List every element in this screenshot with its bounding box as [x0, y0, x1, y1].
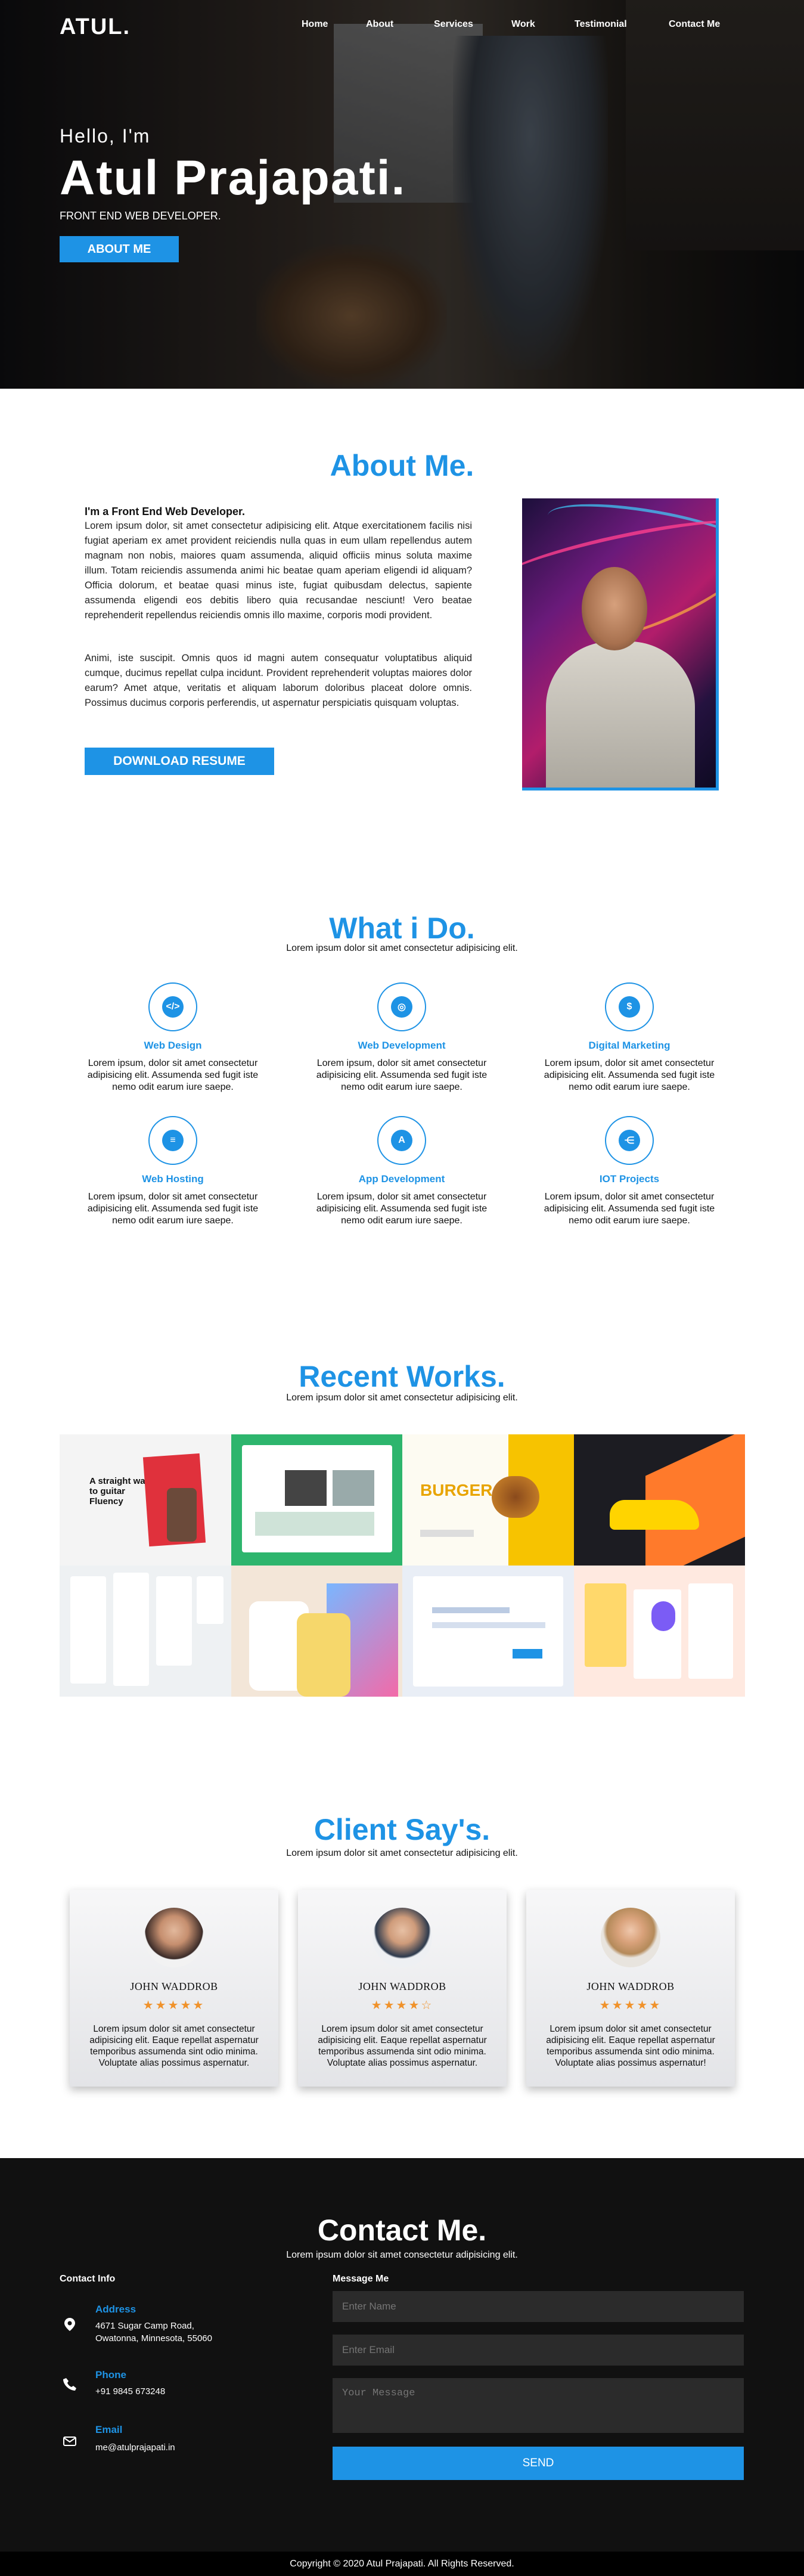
work-item[interactable]: [231, 1566, 402, 1697]
globe-icon: ◎: [377, 982, 426, 1031]
server-icon: ≡: [148, 1116, 197, 1165]
service-desc: Lorem ipsum, dolor sit amet consectetur …: [87, 1192, 259, 1226]
email-title: Email: [95, 2424, 123, 2435]
work-item[interactable]: BURGER: [402, 1434, 574, 1566]
service-title: Web Design: [144, 1040, 202, 1051]
phone-icon: [61, 2375, 79, 2393]
testimonial-card: JOHN WADDROB ★★★★★ Lorem ipsum dolor sit…: [526, 1890, 735, 2087]
service-title: Web Development: [358, 1040, 446, 1051]
page: ATUL. Home About Services Work Testimoni…: [0, 0, 804, 2576]
service-desc: Lorem ipsum, dolor sit amet consectetur …: [316, 1058, 488, 1092]
profile-photo: [522, 498, 719, 791]
testimonial-card: JOHN WADDROB ★★★★☆ Lorem ipsum dolor sit…: [298, 1890, 507, 2087]
service-title: Digital Marketing: [588, 1040, 670, 1051]
service-desc: Lorem ipsum, dolor sit amet consectetur …: [87, 1058, 259, 1092]
send-button[interactable]: SEND: [333, 2447, 744, 2480]
testimonial-text: Lorem ipsum dolor sit amet consectetur a…: [318, 2024, 487, 2068]
services-title: What i Do.: [329, 912, 475, 945]
service-desc: Lorem ipsum, dolor sit amet consectetur …: [316, 1192, 488, 1226]
testimonials-title: Client Say's.: [313, 1813, 491, 1846]
avatar: [144, 1908, 204, 1967]
works-subtitle: Lorem ipsum dolor sit amet consectetur a…: [286, 1393, 518, 1403]
works-title: Recent Works.: [299, 1360, 505, 1393]
avatar: [601, 1908, 660, 1967]
address-line-2: Owatonna, Minnesota, 55060: [95, 2333, 212, 2343]
envelope-icon: [61, 2432, 79, 2450]
service-iot-projects: ⋲ IOT Projects Lorem ipsum, dolor sit am…: [534, 1116, 725, 1227]
service-title: App Development: [358, 1173, 445, 1185]
service-web-hosting: ≡ Web Hosting Lorem ipsum, dolor sit ame…: [77, 1116, 268, 1227]
map-marker-icon: [61, 2315, 79, 2333]
service-desc: Lorem ipsum, dolor sit amet consectetur …: [544, 1058, 715, 1092]
about-title: About Me.: [330, 449, 474, 482]
service-desc: Lorem ipsum, dolor sit amet consectetur …: [544, 1192, 715, 1226]
work-item[interactable]: [573, 1566, 745, 1697]
hero-role: FRONT END WEB DEVELOPER.: [60, 210, 221, 222]
testimonial-text: Lorem ipsum dolor sit amet consectetur a…: [546, 2024, 715, 2068]
contact-subtitle: Lorem ipsum dolor sit amet consectetur a…: [286, 2250, 518, 2260]
work-item[interactable]: [402, 1566, 574, 1697]
contact-info-label: Contact Info: [60, 2274, 116, 2284]
nav-testimonial[interactable]: Testimonial: [575, 19, 627, 30]
client-name: JOHN WADDROB: [358, 1980, 446, 1992]
services-subtitle: Lorem ipsum dolor sit amet consectetur a…: [286, 943, 518, 953]
client-name: JOHN WADDROB: [586, 1980, 675, 1992]
service-web-development: ◎ Web Development Lorem ipsum, dolor sit…: [306, 982, 497, 1093]
footer-copyright: Copyright © 2020 Atul Prajapati. All Rig…: [0, 2552, 804, 2576]
avatar: [372, 1908, 432, 1967]
work-item[interactable]: A straight way to guitar Fluency: [60, 1434, 231, 1566]
testimonials-subtitle: Lorem ipsum dolor sit amet consectetur a…: [286, 1848, 518, 1858]
testimonial-card: JOHN WADDROB ★★★★★ Lorem ipsum dolor sit…: [70, 1890, 278, 2087]
address-title: Address: [95, 2304, 136, 2315]
contact-title: Contact Me.: [317, 2214, 487, 2247]
message-me-label: Message Me: [333, 2274, 389, 2284]
code-icon: </>: [148, 982, 197, 1031]
contact-section: Contact Me. Lorem ipsum dolor sit amet c…: [0, 2158, 804, 2552]
work-item[interactable]: [573, 1434, 745, 1566]
funnel-dollar-icon: $: [605, 982, 654, 1031]
site-logo[interactable]: ATUL.: [60, 14, 131, 40]
work-item[interactable]: [231, 1434, 402, 1566]
message-textarea[interactable]: [333, 2378, 744, 2433]
about-paragraph-2: Animi, iste suscipit. Omnis quos id magn…: [85, 653, 472, 708]
download-resume-button[interactable]: DOWNLOAD RESUME: [85, 748, 274, 775]
testimonial-text: Lorem ipsum dolor sit amet consectetur a…: [89, 2024, 259, 2068]
phone-number[interactable]: +91 9845 673248: [95, 2386, 165, 2398]
email-input[interactable]: [333, 2335, 744, 2366]
work-item[interactable]: [60, 1566, 231, 1697]
hero-greeting: Hello, I'm: [60, 125, 151, 147]
share-nodes-icon: ⋲: [605, 1116, 654, 1165]
service-title: Web Hosting: [142, 1173, 204, 1185]
works-gallery: A straight way to guitar Fluency BURGER: [60, 1434, 745, 1697]
email-address[interactable]: me@atulprajapati.in: [95, 2442, 175, 2454]
client-name: JOHN WADDROB: [130, 1980, 218, 1992]
about-heading: I'm a Front End Web Developer.: [85, 506, 245, 517]
star-rating-icon: ★★★★★: [142, 1999, 206, 2012]
about-me-button[interactable]: ABOUT ME: [60, 236, 179, 262]
app-store-icon: A: [377, 1116, 426, 1165]
about-paragraph-1: Lorem ipsum dolor, sit amet consectetur …: [85, 520, 472, 621]
star-rating-icon: ★★★★☆: [371, 1999, 434, 2012]
service-digital-marketing: $ Digital Marketing Lorem ipsum, dolor s…: [534, 982, 725, 1093]
star-rating-icon: ★★★★★: [599, 1999, 662, 2012]
nav-about[interactable]: About: [366, 19, 393, 30]
nav-work[interactable]: Work: [511, 19, 535, 30]
hero-name: Atul Prajapati.: [60, 151, 406, 205]
nav-services[interactable]: Services: [434, 19, 473, 30]
phone-title: Phone: [95, 2369, 126, 2380]
nav-contact[interactable]: Contact Me: [669, 19, 720, 30]
service-title: IOT Projects: [599, 1173, 660, 1185]
address-line-1: 4671 Sugar Camp Road,: [95, 2321, 194, 2331]
hero-section: ATUL. Home About Services Work Testimoni…: [0, 0, 804, 389]
service-web-design: </> Web Design Lorem ipsum, dolor sit am…: [77, 982, 268, 1093]
service-app-development: A App Development Lorem ipsum, dolor sit…: [306, 1116, 497, 1227]
name-input[interactable]: [333, 2291, 744, 2322]
nav-home[interactable]: Home: [302, 19, 328, 30]
